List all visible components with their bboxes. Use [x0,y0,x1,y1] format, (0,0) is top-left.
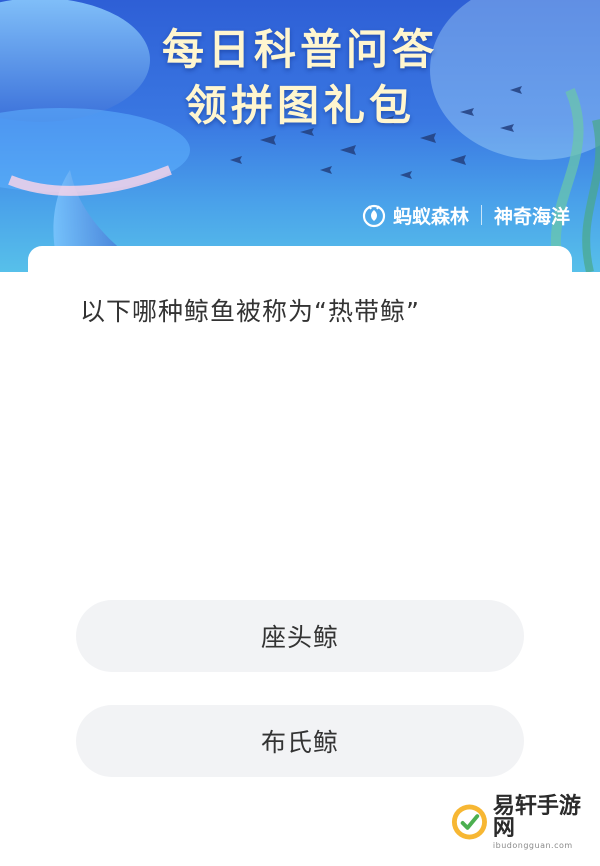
brand-row: 蚂蚁森林 神奇海洋 [361,198,570,232]
banner-title-line2: 领拼图礼包 [184,81,415,130]
header-banner: 每日科普问答 领拼图礼包 蚂蚁森林 神奇海洋 [0,0,600,272]
watermark-url: ibudongguan.com [492,840,573,850]
site-logo-icon [451,804,487,840]
site-watermark: 易轩手游网 ibudongguan.com [450,795,600,849]
answer-option-2[interactable]: 布氏鲸 [76,705,524,777]
watermark-name: 易轩手游网 [492,792,581,841]
answer-option-1[interactable]: 座头鲸 [76,600,524,672]
ant-forest-logo-icon [362,204,386,228]
brand-divider [480,205,482,225]
brand-name: 蚂蚁森林 [392,205,469,228]
quiz-question: 以下哪种鲸鱼被称为“热带鲸” [80,297,420,326]
partner-name: 神奇海洋 [493,205,570,228]
banner-title-line1: 每日科普问答 [161,25,438,74]
